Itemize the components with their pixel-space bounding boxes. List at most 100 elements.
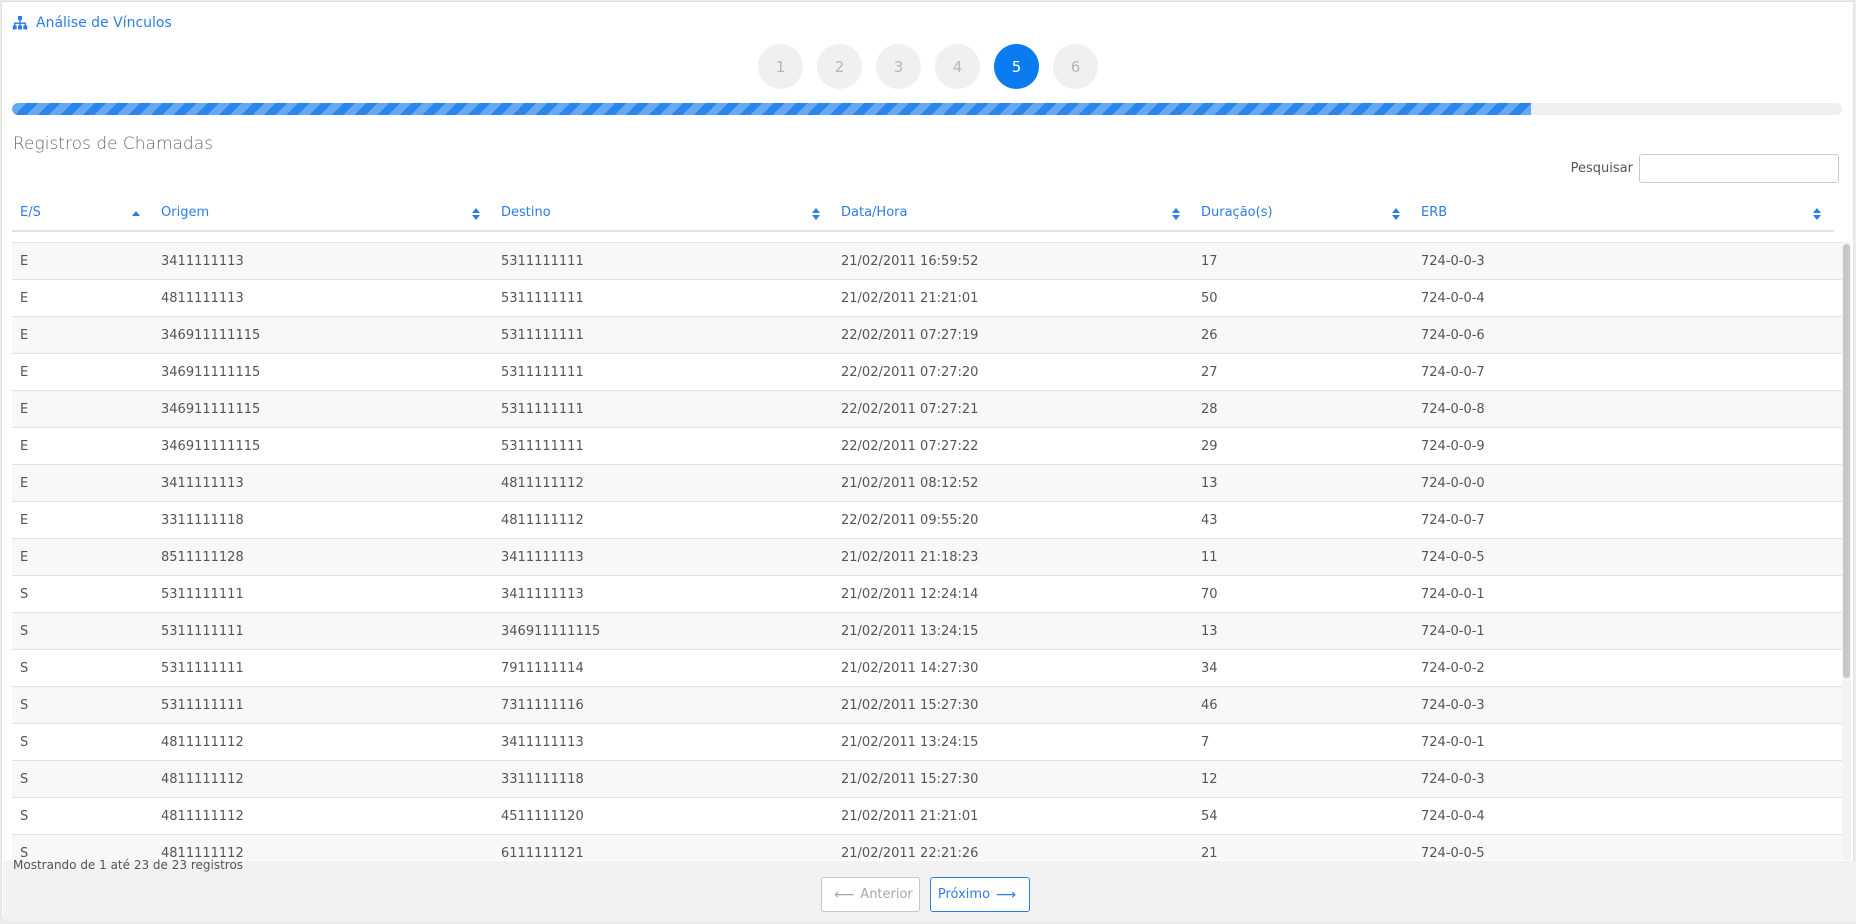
cell-es: S [20,771,29,787]
cell-origem: 4811111112 [161,808,244,824]
progress-bar [12,103,1842,115]
sort-both-icon [1172,208,1180,220]
cell-data-hora: 21/02/2011 22:21:26 [841,845,979,861]
cell-data-hora: 22/02/2011 07:27:21 [841,401,979,417]
table-scrollbar[interactable] [1842,242,1851,860]
arrow-left-icon: ⟵ [834,886,855,903]
next-button[interactable]: Próximo ⟶ [930,877,1030,912]
cell-destino: 5311111111 [501,364,584,380]
search-box: Pesquisar [1571,154,1839,183]
table-row[interactable]: E 4811111113 5311111111 21/02/2011 21:21:01… [12,280,1848,317]
cell-origem: 8511111128 [161,549,244,565]
table-row[interactable]: S 4811111112 3311111118 21/02/2011 15:27:30… [12,761,1848,798]
header[interactable]: Análise de Vínculos [12,15,172,31]
cell-erb: 724-0-0-6 [1421,327,1485,343]
table-row[interactable]: E 3411111113 5311111111 21/02/2011 16:59:52… [12,243,1848,280]
table-row[interactable]: E 346911111115 5311111111 22/02/2011 07:27:… [12,317,1848,354]
cell-data-hora: 22/02/2011 07:27:22 [841,438,979,454]
table-row[interactable]: S 5311111111 346911111115 21/02/2011 13:24:… [12,613,1848,650]
cell-origem: 346911111115 [161,401,261,417]
table-row[interactable]: E 346911111115 5311111111 22/02/2011 07:27:… [12,428,1848,465]
cell-destino: 4811111112 [501,512,584,528]
cell-erb: 724-0-0-7 [1421,364,1485,380]
cell-es: S [20,808,29,824]
table-row[interactable]: S 4811111112 3411111113 21/02/2011 13:24:15… [12,724,1848,761]
cell-destino: 4811111112 [501,475,584,491]
cell-duracao: 28 [1201,401,1218,417]
cell-destino: 5311111111 [501,401,584,417]
cell-es: E [20,512,29,528]
cell-destino: 5311111111 [501,290,584,306]
cell-erb: 724-0-0-1 [1421,586,1485,602]
cell-duracao: 27 [1201,364,1218,380]
cell-erb: 724-0-0-4 [1421,290,1485,306]
cell-es: E [20,290,29,306]
table-header: E/S Origem Destino Data/Hora Duração(s) … [12,198,1834,232]
table-row[interactable]: E 3411111113 4811111112 21/02/2011 08:12:52… [12,465,1848,502]
step-1[interactable]: 1 [758,44,803,89]
cell-es: E [20,401,29,417]
cell-destino: 7311111116 [501,697,584,713]
table-row[interactable]: S 5311111111 3411111113 21/02/2011 12:24:14… [12,576,1848,613]
cell-duracao: 34 [1201,660,1218,676]
cell-duracao: 54 [1201,808,1218,824]
table-row[interactable]: S 4811111112 4511111120 21/02/2011 21:21:01… [12,798,1848,835]
column-header-duracao[interactable]: Duração(s) [1193,198,1413,230]
cell-duracao: 13 [1201,475,1218,491]
cell-duracao: 26 [1201,327,1218,343]
cell-data-hora: 21/02/2011 15:27:30 [841,771,979,787]
cell-erb: 724-0-0-8 [1421,401,1485,417]
cell-es: E [20,475,29,491]
page: Análise de Vínculos 1 2 3 4 5 6 Registro… [1,1,1856,921]
previous-button-label: Anterior [860,887,913,902]
column-header-destino[interactable]: Destino [493,198,833,230]
cell-destino: 4511111120 [501,808,584,824]
cell-duracao: 50 [1201,290,1218,306]
previous-button[interactable]: ⟵ Anterior [821,877,920,912]
column-header-erb[interactable]: ERB [1413,198,1834,230]
column-header-es[interactable]: E/S [12,198,153,230]
section-title: Registros de Chamadas [13,134,213,154]
cell-erb: 724-0-0-3 [1421,697,1485,713]
cell-duracao: 29 [1201,438,1218,454]
cell-es: S [20,623,29,639]
table-row[interactable]: S 5311111111 7911111114 21/02/2011 14:27:30… [12,650,1848,687]
search-input[interactable] [1639,154,1839,183]
step-2[interactable]: 2 [817,44,862,89]
table-row[interactable]: E 346911111115 5311111111 22/02/2011 07:27:… [12,354,1848,391]
cell-data-hora: 21/02/2011 21:21:01 [841,290,979,306]
next-button-label: Próximo [937,887,991,902]
table-row[interactable]: E 8511111128 3411111113 21/02/2011 21:18:23… [12,539,1848,576]
table-row[interactable]: S 5311111111 7311111116 21/02/2011 15:27:30… [12,687,1848,724]
cell-destino: 3311111118 [501,771,584,787]
sort-both-icon [812,208,820,220]
cell-origem: 5311111111 [161,623,244,639]
cell-destino: 6111111121 [501,845,584,861]
cell-data-hora: 21/02/2011 13:24:15 [841,623,979,639]
column-header-data-hora[interactable]: Data/Hora [833,198,1193,230]
cell-es: S [20,586,29,602]
cell-es: E [20,364,29,380]
cell-duracao: 7 [1201,734,1210,750]
cell-destino: 3411111113 [501,586,584,602]
step-5[interactable]: 5 [994,44,1039,89]
table-row[interactable]: E 346911111115 5311111111 22/02/2011 07:27:… [12,391,1848,428]
cell-origem: 5311111111 [161,660,244,676]
cell-data-hora: 21/02/2011 13:24:15 [841,734,979,750]
cell-erb: 724-0-0-5 [1421,549,1485,565]
cell-origem: 4811111112 [161,734,244,750]
table-row[interactable]: E 3311111118 4811111112 22/02/2011 09:55:20… [12,502,1848,539]
column-header-origem[interactable]: Origem [153,198,493,230]
progress-fill [12,103,1531,115]
scrollbar-thumb[interactable] [1843,244,1850,678]
cell-es: E [20,253,29,269]
cell-origem: 4811111112 [161,771,244,787]
cell-destino: 5311111111 [501,253,584,269]
cell-destino: 7911111114 [501,660,584,676]
table-row[interactable]: S 4811111112 6111111121 21/02/2011 22:21:26… [12,835,1848,860]
step-6[interactable]: 6 [1053,44,1098,89]
cell-origem: 5311111111 [161,586,244,602]
step-4[interactable]: 4 [935,44,980,89]
step-3[interactable]: 3 [876,44,921,89]
cell-destino: 5311111111 [501,438,584,454]
